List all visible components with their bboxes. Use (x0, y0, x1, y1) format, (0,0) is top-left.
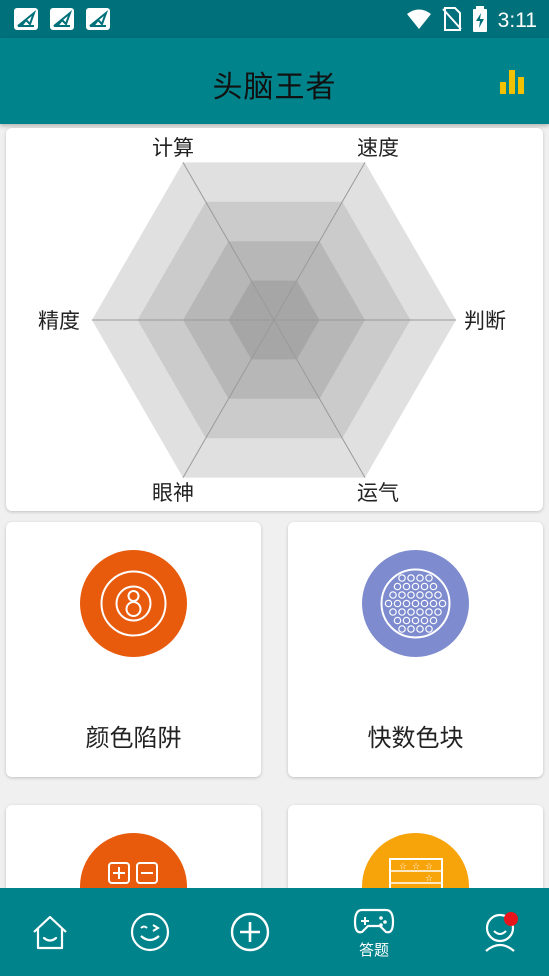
app-notification-icon (50, 8, 74, 30)
wink-face-icon (130, 912, 170, 952)
nav-profile[interactable] (476, 888, 524, 976)
nav-home[interactable] (26, 888, 74, 976)
radar-axis-label: 精度 (38, 309, 80, 333)
eight-ball-icon (80, 550, 187, 657)
stats-button[interactable] (499, 68, 527, 94)
svg-text:☆: ☆ (425, 874, 433, 884)
radar-axis-label: 判断 (464, 309, 506, 333)
app-notification-icon (86, 8, 110, 30)
page-title: 头脑王者 (212, 70, 337, 105)
bottom-navigation: 答题 (0, 888, 549, 976)
wifi-icon (406, 8, 432, 34)
notification-icons (14, 8, 110, 30)
no-sim-icon (441, 7, 462, 35)
clock: 3:11 (497, 9, 537, 32)
radar-chart (92, 162, 456, 478)
golf-ball-icon (362, 550, 469, 657)
game-title: 快数色块 (367, 724, 464, 752)
nav-social[interactable] (126, 888, 174, 976)
svg-text:☆: ☆ (425, 862, 433, 872)
app-notification-icon (14, 8, 38, 30)
radar-axis-label: 计算 (152, 136, 194, 160)
radar-axis-label: 速度 (357, 136, 399, 160)
game-card-color-trap[interactable]: 颜色陷阱 (6, 522, 261, 777)
notification-badge (504, 912, 518, 926)
battery-charging-icon (472, 6, 488, 36)
gamepad-icon (353, 908, 395, 933)
svg-text:☆: ☆ (399, 862, 407, 872)
nav-add[interactable] (226, 888, 274, 976)
nav-quiz[interactable]: 答题 (344, 888, 404, 976)
game-card-quick-blocks[interactable]: 快数色块 (288, 522, 543, 777)
nav-quiz-label: 答题 (358, 940, 389, 959)
radar-axis-label: 眼神 (152, 481, 194, 505)
status-bar: 3:11 (0, 0, 549, 38)
home-icon (33, 915, 67, 950)
bar-chart-icon (500, 70, 524, 94)
app-bar: 头脑王者 (0, 38, 549, 124)
svg-text:☆: ☆ (412, 862, 420, 872)
add-circle-icon (230, 912, 270, 952)
game-title: 颜色陷阱 (85, 724, 182, 752)
radar-axis-label: 运气 (357, 481, 399, 505)
ability-radar-card: 计算 速度 判断 运气 眼神 精度 (6, 128, 543, 511)
